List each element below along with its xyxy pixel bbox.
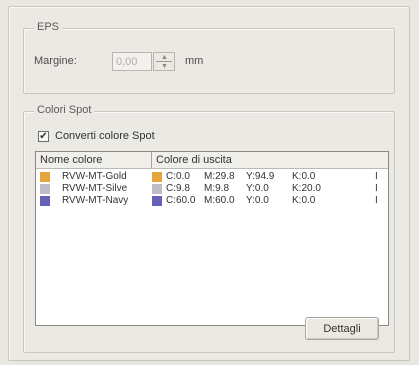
table-row[interactable]: RVW-MT-Gold C:0.0 M:29.8 Y:94.9 K:0.0 I (36, 171, 388, 183)
cmyk-y: Y:0.0 (246, 183, 269, 194)
table-header: Nome colore Colore di uscita (36, 152, 388, 169)
cmyk-c: C:9.8 (166, 183, 190, 194)
margin-label: Margine: (34, 55, 77, 67)
margin-unit: mm (185, 55, 204, 67)
convert-spot-label[interactable]: Converti colore Spot (55, 130, 155, 142)
spot-color-table: Nome colore Colore di uscita RVW-MT-Gold… (35, 151, 389, 326)
cmyk-c: C:0.0 (166, 171, 190, 182)
table-row[interactable]: RVW-MT-Navy C:60.0 M:60.0 Y:0.0 K:0.0 I (36, 195, 388, 207)
color-name: RVW-MT-Navy (62, 195, 129, 206)
output-swatch (152, 184, 162, 194)
cmyk-extra: I (375, 171, 378, 182)
cmyk-m: M:29.8 (204, 171, 235, 182)
spot-group-title: Colori Spot (34, 104, 95, 116)
cmyk-c: C:60.0 (166, 195, 196, 206)
color-swatch (40, 172, 50, 182)
output-swatch (152, 196, 162, 206)
margin-input[interactable] (112, 52, 152, 71)
cmyk-y: Y:0.0 (246, 195, 269, 206)
cmyk-k: K:0.0 (292, 171, 316, 182)
spin-down-icon[interactable]: ▼ (161, 63, 168, 70)
cmyk-k: K:20.0 (292, 183, 321, 194)
eps-group-title: EPS (34, 21, 63, 33)
column-header-name[interactable]: Nome colore (36, 152, 152, 168)
color-swatch (40, 184, 50, 194)
cmyk-extra: I (375, 183, 378, 194)
cmyk-m: M:9.8 (204, 183, 230, 194)
color-name: RVW-MT-Silve (62, 183, 128, 194)
table-row[interactable]: RVW-MT-Silve C:9.8 M:9.8 Y:0.0 K:20.0 I (36, 183, 388, 195)
cmyk-k: K:0.0 (292, 195, 316, 206)
eps-group: EPS (23, 21, 395, 94)
output-swatch (152, 172, 162, 182)
cmyk-m: M:60.0 (204, 195, 235, 206)
details-button[interactable]: Dettagli (305, 317, 379, 340)
spin-up-icon[interactable]: ▲ (161, 54, 168, 61)
column-header-output[interactable]: Colore di uscita (152, 152, 388, 168)
convert-spot-checkbox[interactable]: ✔ (38, 131, 49, 142)
margin-spinner[interactable]: ▲ ▼ (153, 52, 175, 71)
color-name: RVW-MT-Gold (62, 171, 127, 182)
color-swatch (40, 196, 50, 206)
cmyk-y: Y:94.9 (246, 171, 275, 182)
cmyk-extra: I (375, 195, 378, 206)
